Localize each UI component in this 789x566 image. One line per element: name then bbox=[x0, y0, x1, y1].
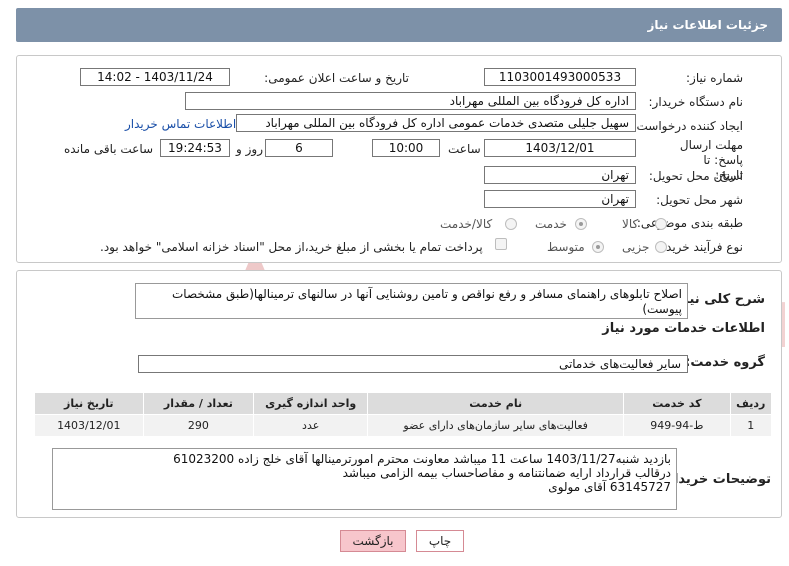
cell-code: ط-94-949 bbox=[623, 414, 731, 437]
page-title: جزئیات اطلاعات نیاز bbox=[647, 18, 768, 32]
need-info-panel bbox=[16, 55, 782, 263]
back-button[interactable]: بازگشت bbox=[340, 530, 406, 552]
process-radio-medium[interactable] bbox=[592, 241, 604, 253]
buyer-notes-label: توضیحات خریدار: bbox=[661, 472, 771, 487]
process-type-label: نوع فرآیند خرید : bbox=[658, 240, 743, 254]
process-radio-minor[interactable] bbox=[655, 241, 667, 253]
deadline-time-label: ساعت bbox=[448, 142, 481, 156]
category-option-service: خدمت bbox=[535, 217, 567, 231]
city-field: تهران bbox=[484, 190, 636, 208]
treasury-payment-note: پرداخت تمام یا بخشی از مبلغ خرید،از محل … bbox=[100, 240, 483, 254]
cell-name: فعالیت‌های سایر سازمان‌های دارای عضو bbox=[367, 414, 625, 437]
col-header-qty: تعداد / مقدار bbox=[142, 392, 255, 415]
province-label: استان محل تحویل: bbox=[648, 169, 743, 183]
col-header-unit: واحد اندازه گیری bbox=[253, 392, 369, 415]
general-desc-field: اصلاح تابلوهای راهنمای مسافر و رفع نواقص… bbox=[135, 283, 688, 319]
cell-qty: 290 bbox=[142, 414, 255, 437]
buyer-notes-line: درقالب قرارداد ارایه ضمانتنامه و مفاصاحس… bbox=[342, 466, 671, 480]
services-heading: اطلاعات خدمات مورد نیاز bbox=[602, 321, 765, 336]
city-label: شهر محل تحویل: bbox=[656, 193, 743, 207]
col-header-row: ردیف bbox=[729, 392, 773, 415]
announce-date-label: تاریخ و ساعت اعلان عمومی: bbox=[264, 71, 409, 85]
days-label: روز و bbox=[236, 142, 263, 156]
buyer-notes-line: 63145727 آقای مولوی bbox=[548, 480, 671, 494]
creator-field: سهیل جلیلی متصدی خدمات عمومی اداره کل فر… bbox=[236, 114, 636, 132]
category-radio-goods[interactable] bbox=[655, 218, 667, 230]
treasury-payment-checkbox[interactable] bbox=[495, 238, 507, 250]
process-option-medium: متوسط bbox=[547, 240, 585, 254]
category-label: طبقه بندی موضوعی: bbox=[636, 216, 743, 230]
service-group-field: سایر فعالیت‌های خدماتی bbox=[138, 355, 688, 373]
buyer-org-label: نام دستگاه خریدار: bbox=[648, 95, 744, 109]
category-radio-goods-service[interactable] bbox=[505, 218, 517, 230]
services-table: ردیف کد خدمت نام خدمت واحد اندازه گیری ت… bbox=[34, 392, 773, 437]
category-option-goods-service: کالا/خدمت bbox=[440, 217, 493, 231]
services-table-header: ردیف کد خدمت نام خدمت واحد اندازه گیری ت… bbox=[34, 392, 773, 415]
buyer-notes-line: بازدید شنبه1403/11/27 ساعت 11 میباشد معا… bbox=[173, 452, 671, 466]
need-number-field: 1103001493000533 bbox=[484, 68, 636, 86]
buyer-contact-link[interactable]: اطلاعات تماس خریدار bbox=[125, 117, 236, 131]
deadline-time-field: 10:00 bbox=[372, 139, 440, 157]
buyer-notes-field: بازدید شنبه1403/11/27 ساعت 11 میباشد معا… bbox=[52, 448, 677, 510]
remaining-time-field: 19:24:53 bbox=[160, 139, 230, 157]
cell-date: 1403/12/01 bbox=[34, 414, 144, 437]
cell-unit: عدد bbox=[253, 414, 369, 437]
col-header-code: کد خدمت bbox=[623, 392, 731, 415]
deadline-date-field: 1403/12/01 bbox=[484, 139, 636, 157]
need-number-label: شماره نیاز: bbox=[686, 71, 743, 85]
remaining-time-label: ساعت باقی مانده bbox=[64, 142, 154, 156]
cell-row: 1 bbox=[729, 414, 773, 437]
process-option-minor: جزیی bbox=[622, 240, 650, 254]
service-group-label: گروه خدمت: bbox=[685, 355, 765, 370]
announce-date-field: 1403/11/24 - 14:02 bbox=[80, 68, 230, 86]
col-header-date: تاریخ نیاز bbox=[34, 392, 144, 415]
table-row: 1 ط-94-949 فعالیت‌های سایر سازمان‌های دا… bbox=[34, 414, 773, 437]
print-button[interactable]: چاپ bbox=[416, 530, 464, 552]
category-radio-service[interactable] bbox=[575, 218, 587, 230]
days-remaining-field: 6 bbox=[265, 139, 333, 157]
province-field: تهران bbox=[484, 166, 636, 184]
creator-label: ایجاد کننده درخواست: bbox=[632, 119, 743, 133]
buyer-org-field: اداره کل فرودگاه بین المللی مهراباد bbox=[185, 92, 636, 110]
col-header-name: نام خدمت bbox=[367, 392, 625, 415]
category-option-goods: کالا bbox=[622, 217, 639, 231]
page-header: جزئیات اطلاعات نیاز bbox=[16, 8, 782, 42]
